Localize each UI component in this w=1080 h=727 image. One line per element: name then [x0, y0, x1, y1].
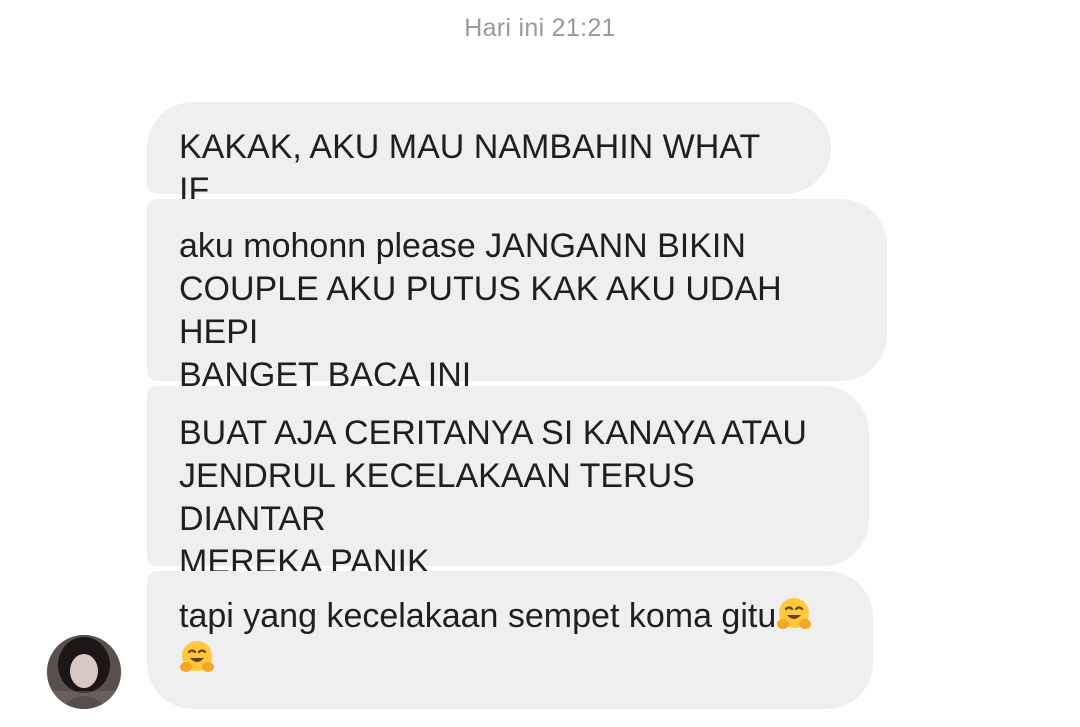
message-bubble[interactable]: BUAT AJA CERITANYA SI KANAYA ATAU JENDRU… — [147, 386, 869, 581]
hugging-face-emoji-icon — [180, 641, 214, 672]
profile-photo-icon — [47, 635, 121, 709]
message-text: BUAT AJA CERITANYA SI KANAYA ATAU JENDRU… — [179, 414, 807, 581]
message-timestamp: Hari ini 21:21 — [464, 14, 616, 42]
message-bubble[interactable]: KAKAK, AKU MAU NAMBAHIN WHAT IF — [147, 102, 831, 209]
sender-avatar[interactable] — [47, 635, 121, 709]
message-bubble[interactable]: aku mohonn please JANGANN BIKIN COUPLE A… — [147, 199, 887, 394]
hugging-face-emoji-icon — [777, 598, 812, 629]
message-text: tapi yang kecelakaan sempet koma gitu — [179, 595, 841, 681]
message-bubble[interactable]: tapi yang kecelakaan sempet koma gitu — [147, 571, 873, 709]
message-text: aku mohonn please JANGANN BIKIN COUPLE A… — [179, 227, 782, 394]
